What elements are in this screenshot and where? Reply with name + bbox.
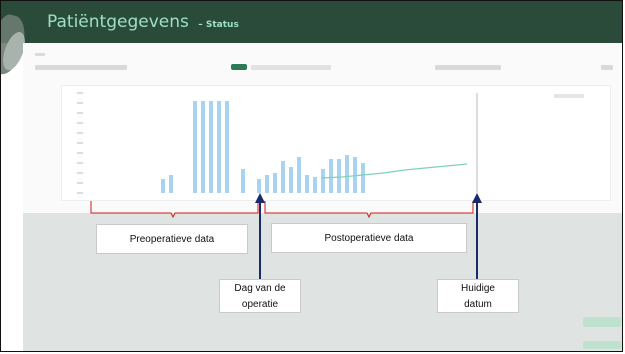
bar-10 bbox=[241, 169, 245, 193]
bar-23 bbox=[345, 155, 349, 193]
post-label: Postoperatieve data bbox=[324, 233, 414, 244]
bar-15 bbox=[281, 161, 285, 193]
trend-line bbox=[320, 163, 468, 179]
bar-4 bbox=[193, 101, 197, 193]
pre-label-box: Preoperatieve data bbox=[96, 224, 248, 254]
y-tick-10 bbox=[77, 92, 83, 94]
today-label-box: Huidige datum bbox=[437, 279, 519, 313]
bar-22 bbox=[337, 159, 341, 193]
bar-12 bbox=[257, 179, 261, 193]
bar-19 bbox=[313, 177, 317, 193]
bar-21 bbox=[329, 159, 333, 193]
y-axis-ticks bbox=[77, 92, 83, 194]
bar-8 bbox=[225, 101, 229, 193]
today-label: Huidige datum bbox=[461, 283, 495, 310]
y-tick-3 bbox=[77, 162, 83, 164]
y-tick-9 bbox=[77, 102, 83, 104]
y-tick-7 bbox=[77, 122, 83, 124]
bar-6 bbox=[209, 101, 213, 193]
bar-14 bbox=[273, 173, 277, 193]
pre-label: Preoperatieve data bbox=[129, 234, 215, 245]
op-day-arrow-head bbox=[255, 193, 265, 203]
op-day-label-box: Dag van de operatie bbox=[219, 279, 301, 313]
y-tick-0 bbox=[77, 192, 83, 194]
bar-16 bbox=[289, 167, 293, 193]
y-tick-8 bbox=[77, 112, 83, 114]
bar-18 bbox=[305, 175, 309, 193]
chart-svg bbox=[77, 92, 482, 281]
bar-17 bbox=[297, 157, 301, 193]
y-tick-5 bbox=[77, 142, 83, 144]
ghost-button-1[interactable] bbox=[583, 317, 621, 327]
bars bbox=[161, 101, 365, 193]
y-tick-2 bbox=[77, 172, 83, 174]
bar-5 bbox=[201, 101, 205, 193]
post-label-box: Postoperatieve data bbox=[271, 223, 467, 253]
bar-0 bbox=[161, 179, 165, 193]
y-tick-1 bbox=[77, 182, 83, 184]
bar-1 bbox=[169, 175, 173, 193]
bar-25 bbox=[361, 163, 365, 193]
bar-20 bbox=[321, 169, 325, 193]
today-arrow-head bbox=[472, 193, 482, 203]
op-day-label: Dag van de operatie bbox=[234, 283, 286, 310]
ghost-button-2[interactable] bbox=[583, 341, 621, 349]
bar-13 bbox=[265, 175, 269, 193]
slide-frame: Patiëntgegevens – Status Preoperatieve d… bbox=[0, 0, 623, 352]
post-bracket bbox=[264, 201, 474, 219]
y-tick-6 bbox=[77, 132, 83, 134]
y-tick-4 bbox=[77, 152, 83, 154]
pre-bracket bbox=[90, 201, 259, 219]
bar-7 bbox=[217, 101, 221, 193]
